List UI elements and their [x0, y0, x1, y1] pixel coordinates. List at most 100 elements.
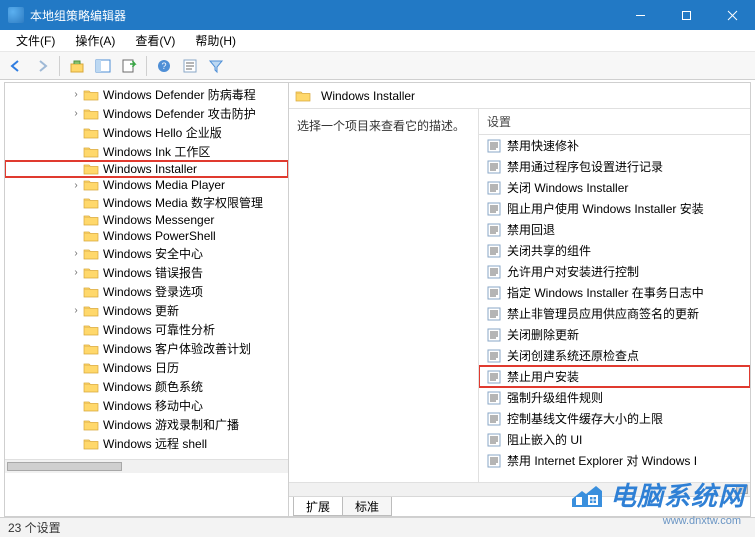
export-list-button[interactable] — [117, 54, 141, 78]
tree-item-label: Windows 移动中心 — [103, 397, 203, 414]
tree: › Windows Defender 防病毒程 › Windows Defender … — [5, 83, 288, 459]
maximize-button[interactable] — [663, 0, 709, 30]
tree-pane[interactable]: › Windows Defender 防病毒程 › Windows Defender … — [5, 83, 289, 516]
tree-horizontal-scrollbar[interactable] — [5, 459, 288, 473]
setting-item[interactable]: 禁用 Internet Explorer 对 Windows I — [479, 450, 750, 471]
tree-item-label: Windows 远程 shell — [103, 435, 207, 452]
folder-icon — [83, 229, 99, 243]
tree-item[interactable]: Windows Messenger — [5, 212, 288, 228]
expander-icon[interactable] — [69, 342, 83, 356]
back-button[interactable] — [4, 54, 28, 78]
setting-item-label: 禁用 Internet Explorer 对 Windows I — [507, 452, 697, 469]
tree-item[interactable]: Windows PowerShell — [5, 228, 288, 244]
expander-icon[interactable] — [69, 380, 83, 394]
tree-item-label: Windows Defender 攻击防护 — [103, 105, 256, 122]
expander-icon[interactable]: › — [69, 107, 83, 121]
properties-button[interactable] — [178, 54, 202, 78]
menu-help[interactable]: 帮助(H) — [185, 30, 246, 51]
setting-item[interactable]: 禁用回退 — [479, 219, 750, 240]
setting-item-label: 禁用快速修补 — [507, 137, 579, 154]
folder-icon — [83, 361, 99, 375]
folder-icon — [83, 162, 99, 176]
close-button[interactable] — [709, 0, 755, 30]
tree-item[interactable]: › Windows 错误报告 — [5, 263, 288, 282]
tree-item[interactable]: Windows Installer — [5, 161, 288, 177]
folder-icon — [83, 88, 99, 102]
settings-column-header[interactable]: 设置 — [479, 109, 750, 135]
folder-icon — [295, 89, 311, 103]
tree-item[interactable]: Windows 可靠性分析 — [5, 320, 288, 339]
setting-item[interactable]: 控制基线文件缓存大小的上限 — [479, 408, 750, 429]
tree-item[interactable]: Windows 远程 shell — [5, 434, 288, 453]
tree-item[interactable]: Windows 颜色系统 — [5, 377, 288, 396]
setting-item[interactable]: 禁止非管理员应用供应商签名的更新 — [479, 303, 750, 324]
expander-icon[interactable] — [69, 162, 83, 176]
expander-icon[interactable]: › — [69, 247, 83, 261]
expander-icon[interactable]: › — [69, 88, 83, 102]
setting-item[interactable]: 关闭删除更新 — [479, 324, 750, 345]
setting-item[interactable]: 允许用户对安装进行控制 — [479, 261, 750, 282]
setting-item[interactable]: 强制升级组件规则 — [479, 387, 750, 408]
expander-icon[interactable] — [69, 145, 83, 159]
setting-item[interactable]: 关闭 Windows Installer — [479, 177, 750, 198]
tree-item[interactable]: Windows Ink 工作区 — [5, 142, 288, 161]
tree-item-label: Windows 错误报告 — [103, 264, 203, 281]
statusbar: 23 个设置 — [0, 517, 755, 537]
tree-item[interactable]: ›Windows 安全中心 — [5, 244, 288, 263]
policy-icon — [487, 202, 501, 216]
policy-icon — [487, 412, 501, 426]
setting-item[interactable]: 阻止嵌入的 UI — [479, 429, 750, 450]
tree-item[interactable]: › Windows Defender 攻击防护 — [5, 104, 288, 123]
tree-item-label: Windows Media Player — [103, 178, 225, 192]
minimize-button[interactable] — [617, 0, 663, 30]
tree-item[interactable]: › Windows Media Player — [5, 177, 288, 193]
setting-item[interactable]: 禁用快速修补 — [479, 135, 750, 156]
expander-icon[interactable] — [69, 418, 83, 432]
menu-action[interactable]: 操作(A) — [65, 30, 125, 51]
setting-item[interactable]: 关闭共享的组件 — [479, 240, 750, 261]
expander-icon[interactable]: › — [69, 304, 83, 318]
expander-icon[interactable] — [69, 126, 83, 140]
setting-item[interactable]: 阻止用户使用 Windows Installer 安装 — [479, 198, 750, 219]
expander-icon[interactable]: › — [69, 266, 83, 280]
policy-icon — [487, 454, 501, 468]
tree-item[interactable]: Windows 日历 — [5, 358, 288, 377]
tree-item[interactable]: Windows Media 数字权限管理 — [5, 193, 288, 212]
tree-item[interactable]: Windows 移动中心 — [5, 396, 288, 415]
tab-standard[interactable]: 标准 — [342, 497, 392, 516]
setting-item[interactable]: 禁止用户安装 — [479, 366, 750, 387]
expander-icon[interactable] — [69, 285, 83, 299]
folder-icon — [83, 196, 99, 210]
help-button[interactable]: ? — [152, 54, 176, 78]
expander-icon[interactable] — [69, 196, 83, 210]
expander-icon[interactable] — [69, 323, 83, 337]
expander-icon[interactable] — [69, 229, 83, 243]
show-hide-tree-button[interactable] — [91, 54, 115, 78]
tree-item-label: Windows 游戏录制和广播 — [103, 416, 239, 433]
menu-file[interactable]: 文件(F) — [6, 30, 65, 51]
menu-view[interactable]: 查看(V) — [125, 30, 185, 51]
filter-button[interactable] — [204, 54, 228, 78]
tree-item[interactable]: Windows 游戏录制和广播 — [5, 415, 288, 434]
tree-item[interactable]: › Windows Defender 防病毒程 — [5, 85, 288, 104]
tree-item[interactable]: › Windows 更新 — [5, 301, 288, 320]
toolbar: ? — [0, 52, 755, 80]
tree-item[interactable]: Windows 登录选项 — [5, 282, 288, 301]
expander-icon[interactable] — [69, 361, 83, 375]
setting-item[interactable]: 指定 Windows Installer 在事务日志中 — [479, 282, 750, 303]
expander-icon[interactable] — [69, 399, 83, 413]
tree-item-label: Windows 更新 — [103, 302, 179, 319]
details-horizontal-scrollbar[interactable] — [289, 482, 750, 496]
tree-item[interactable]: Windows Hello 企业版 — [5, 123, 288, 142]
tab-extended[interactable]: 扩展 — [293, 497, 343, 516]
setting-item[interactable]: 禁用通过程序包设置进行记录 — [479, 156, 750, 177]
expander-icon[interactable] — [69, 213, 83, 227]
tree-item[interactable]: Windows 客户体验改善计划 — [5, 339, 288, 358]
expander-icon[interactable]: › — [69, 178, 83, 192]
setting-item[interactable]: 关闭创建系统还原检查点 — [479, 345, 750, 366]
forward-button[interactable] — [30, 54, 54, 78]
expander-icon[interactable] — [69, 437, 83, 451]
up-button[interactable] — [65, 54, 89, 78]
tree-item-label: Windows Defender 防病毒程 — [103, 86, 256, 103]
settings-list[interactable]: 设置 禁用快速修补禁用通过程序包设置进行记录关闭 Windows Install… — [479, 109, 750, 482]
